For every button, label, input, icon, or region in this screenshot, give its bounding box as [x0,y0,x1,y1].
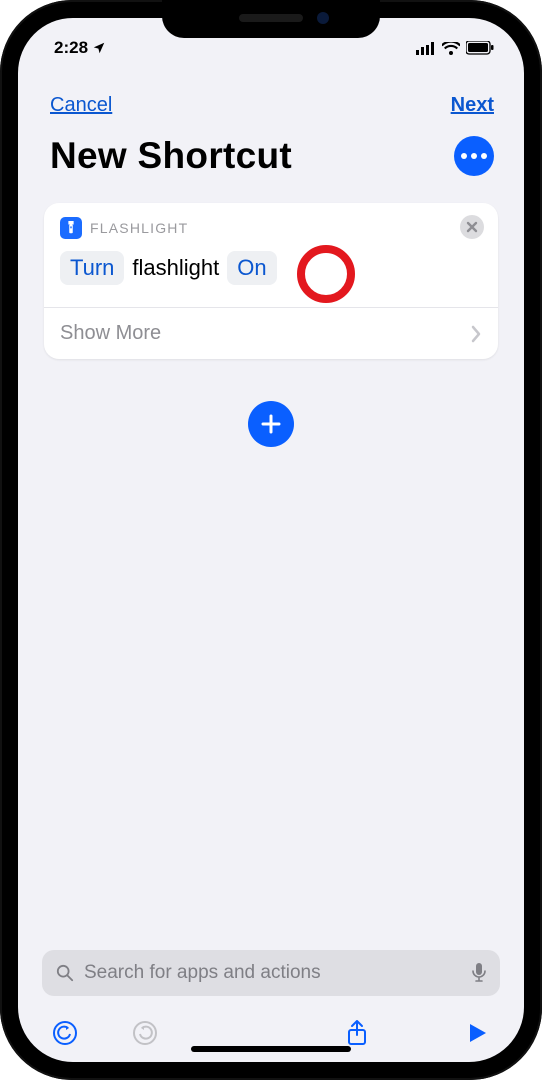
action-app-label: FLASHLIGHT [90,220,188,236]
state-token[interactable]: On [227,251,276,285]
more-button[interactable] [454,136,494,176]
play-icon [466,1022,488,1044]
close-action-button[interactable] [460,215,484,239]
dot-icon [471,153,477,159]
action-card: FLASHLIGHT Turn flashlight On Show More [44,203,498,359]
microphone-icon[interactable] [472,963,486,983]
search-icon [56,964,74,982]
search-placeholder: Search for apps and actions [84,962,321,984]
add-action-button[interactable] [248,401,294,447]
side-button [0,170,2,208]
phone-frame: 2:28 [0,0,542,1080]
side-button [0,320,2,390]
notch [162,0,380,38]
wifi-icon [442,42,460,55]
nav-bar: Cancel Next [18,66,524,117]
show-more-button[interactable]: Show More [44,308,498,359]
undo-icon [52,1020,78,1046]
title-row: New Shortcut [18,117,524,193]
redo-button [128,1016,162,1050]
dot-icon [481,153,487,159]
search-input[interactable]: Search for apps and actions [42,950,500,996]
share-button[interactable] [340,1016,374,1050]
screen: 2:28 [18,18,524,1062]
show-more-label: Show More [60,322,161,345]
location-arrow-icon [92,41,106,55]
status-indicators [416,41,494,55]
share-icon [346,1019,368,1047]
action-summary: Turn flashlight On [60,239,482,295]
verb-token[interactable]: Turn [60,251,124,285]
signal-icon [416,42,436,55]
plus-icon [260,413,282,435]
home-indicator[interactable] [191,1046,351,1052]
redo-icon [132,1020,158,1046]
clock: 2:28 [54,38,88,58]
page-title: New Shortcut [50,135,292,177]
run-button[interactable] [460,1016,494,1050]
close-icon [466,221,478,233]
dot-icon [461,153,467,159]
cancel-button[interactable]: Cancel [50,94,112,117]
chevron-right-icon [470,325,482,343]
battery-icon [466,41,494,55]
subject-label: flashlight [130,255,221,281]
undo-button[interactable] [48,1016,82,1050]
status-time: 2:28 [54,38,106,58]
side-button [0,230,2,300]
flashlight-app-icon [60,217,82,239]
next-button[interactable]: Next [451,94,494,117]
